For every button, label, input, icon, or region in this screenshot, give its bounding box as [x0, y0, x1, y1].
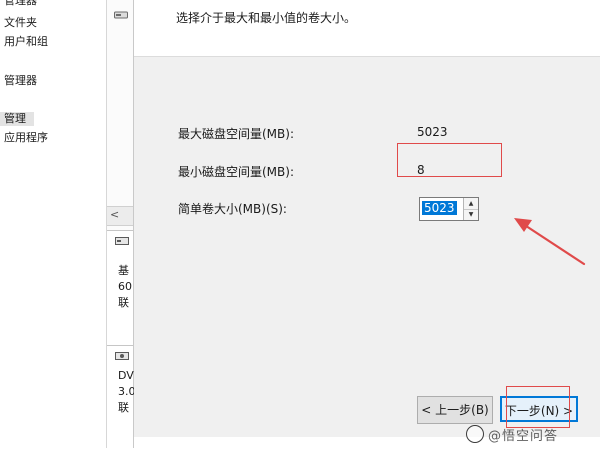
disk-block-dvd[interactable]: DV 3.0 联	[107, 345, 136, 449]
stepper-buttons: ▲ ▼	[463, 198, 478, 220]
nav-item-disk-management[interactable]: 管理	[0, 112, 34, 126]
nav-item-shared-folders[interactable]: 文件夹	[4, 16, 37, 30]
dvd-icon	[115, 352, 129, 360]
disk-block-basic[interactable]: 基 60 联	[107, 230, 133, 346]
navigation-pane: 管理器 文件夹 用户和组 管理器 管理 应用程序	[0, 0, 107, 448]
stepper-down-arrow-icon[interactable]: ▼	[464, 209, 478, 220]
disk-status-label: 联	[118, 296, 129, 309]
annotation-box-volume-size	[397, 143, 502, 177]
annotation-arrow-icon	[514, 218, 586, 266]
volume-size-label: 简单卷大小(MB)(S):	[178, 202, 287, 216]
nav-item-manager-top[interactable]: 管理器	[4, 0, 37, 8]
nav-item-device-manager[interactable]: 管理器	[4, 74, 37, 88]
nav-item-local-users-groups[interactable]: 用户和组	[4, 35, 48, 49]
max-space-value: 5023	[417, 125, 448, 139]
new-simple-volume-wizard: 选择介于最大和最小值的卷大小。 最大磁盘空间量(MB): 5023 最小磁盘空间…	[134, 0, 600, 448]
wizard-header: 选择介于最大和最小值的卷大小。	[134, 0, 600, 57]
disk-size-label: 60	[118, 280, 132, 293]
watermark-text: @悟空问答	[488, 429, 559, 444]
disk-size-label: 3.0	[118, 385, 136, 398]
disk-type-label: 基	[118, 264, 129, 277]
volume-size-input[interactable]: 5023	[422, 201, 457, 215]
watermark-logo-icon	[466, 425, 484, 443]
disk-type-label: DV	[118, 369, 134, 382]
drive-icon	[114, 11, 128, 19]
page-description: 选择介于最大和最小值的卷大小。	[176, 11, 357, 25]
back-button[interactable]: < 上一步(B)	[417, 396, 493, 424]
annotation-box-next	[506, 386, 570, 428]
scroll-left-arrow-icon[interactable]: <	[110, 208, 119, 221]
nav-item-applications[interactable]: 应用程序	[4, 131, 48, 145]
volume-list-top	[107, 0, 133, 230]
max-space-label: 最大磁盘空间量(MB):	[178, 127, 294, 141]
disk-status-label: 联	[118, 401, 129, 414]
volume-size-stepper[interactable]: 5023 ▲ ▼	[419, 197, 479, 221]
min-space-label: 最小磁盘空间量(MB):	[178, 165, 294, 179]
disk-icon	[115, 237, 129, 245]
